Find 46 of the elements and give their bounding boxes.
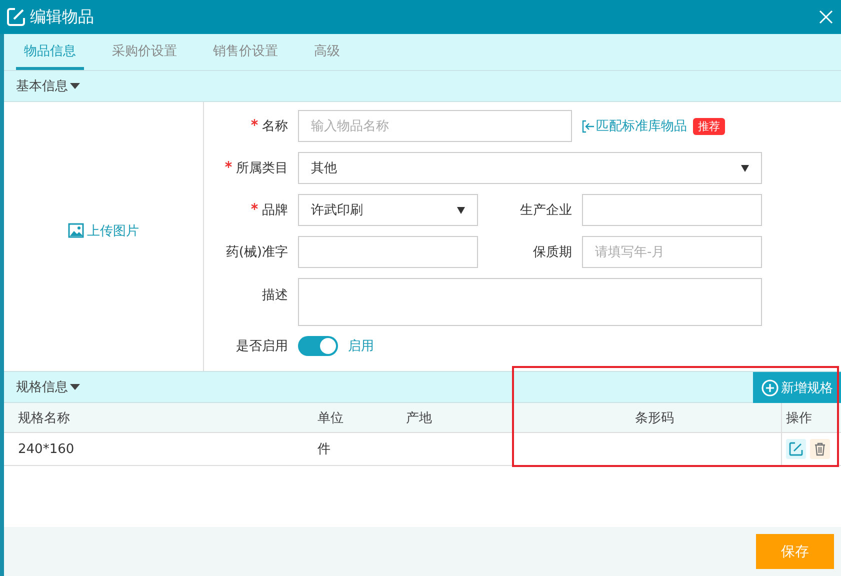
recommend-badge: 推荐 (693, 118, 725, 134)
tab[interactable]: 采购价设置 (104, 42, 185, 70)
field-label: 生产企业 (519, 202, 572, 219)
link-arrow-icon (582, 120, 595, 132)
edit-icon (6, 7, 26, 27)
section-title: 规格信息 (16, 379, 68, 396)
description-field[interactable] (298, 278, 762, 326)
field-label: 描述 (261, 287, 288, 304)
field-label: 药(械)准字 (224, 244, 288, 261)
approval-number-field[interactable] (298, 236, 478, 268)
category-select[interactable]: 其他 (298, 152, 762, 184)
add-spec-button[interactable]: 新增规格 (753, 372, 841, 403)
caret-icon (457, 206, 465, 214)
name-field[interactable]: 输入物品名称 (298, 110, 572, 142)
column-header: 条形码 (514, 403, 782, 432)
close-icon[interactable] (819, 10, 833, 24)
save-button[interactable]: 保存 (756, 534, 834, 569)
field-label: 名称 (204, 117, 288, 135)
column-header: 操作 (782, 403, 841, 432)
shelf-life-field[interactable]: 请填写年-月 (582, 236, 762, 268)
section-header[interactable]: 规格信息 新增规格 (4, 372, 841, 403)
column-header: 单位 (303, 403, 392, 432)
toggle-switch[interactable] (298, 336, 338, 356)
table-cell: 件 (303, 432, 392, 466)
section-title: 基本信息 (16, 78, 68, 95)
caret-icon (741, 164, 749, 172)
window-title: 编辑物品 (30, 6, 95, 28)
trash-icon[interactable] (810, 439, 830, 459)
edit-icon[interactable] (786, 439, 806, 459)
tab[interactable]: 销售价设置 (205, 42, 286, 70)
upload-link[interactable]: 上传图片 (68, 222, 139, 240)
field-label: 是否启用 (235, 338, 288, 355)
section-header[interactable]: 基本信息 (4, 71, 841, 102)
tab[interactable]: 高级 (306, 42, 348, 70)
match-library-link[interactable]: 匹配标准库物品 (582, 117, 687, 135)
table-cell: 240*160 (4, 432, 304, 466)
manufacturer-field[interactable] (582, 194, 762, 226)
image-icon (68, 223, 84, 238)
field-label: 品牌 (204, 201, 288, 219)
toggle-label: 启用 (348, 338, 374, 355)
brand-select[interactable]: 许武印刷 (298, 194, 478, 226)
column-header: 规格名称 (4, 403, 304, 432)
column-header: 产地 (392, 403, 514, 432)
field-label: 所属类目 (204, 159, 288, 177)
plus-icon (761, 378, 779, 396)
field-label: 保质期 (532, 244, 572, 261)
